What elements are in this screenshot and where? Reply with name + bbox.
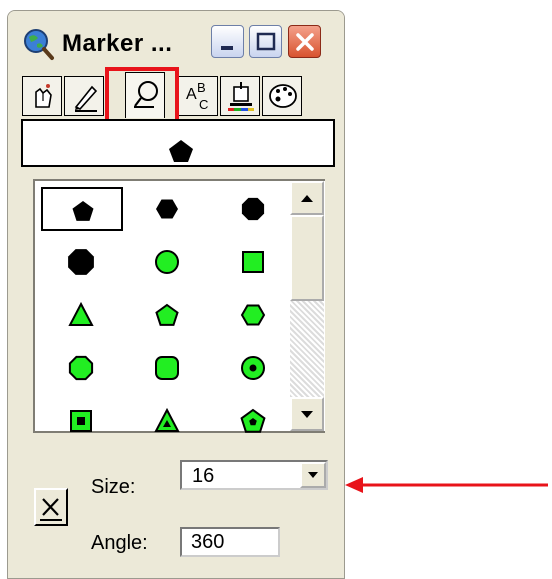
svg-text:B: B <box>197 80 206 95</box>
minimize-icon <box>221 46 233 50</box>
fill-bucket-icon <box>228 82 254 111</box>
globe-magnifier-icon <box>21 27 55 61</box>
tab-line[interactable] <box>64 76 104 116</box>
marker-symbol-circle[interactable] <box>127 240 209 284</box>
title-bar[interactable]: Marker ... <box>8 11 344 69</box>
size-dropdown-button[interactable] <box>300 462 326 488</box>
text-abc-icon: A B C <box>186 80 208 112</box>
symbol-tabs: A B C <box>8 67 344 141</box>
scroll-up-button[interactable] <box>290 181 324 215</box>
marker-symbol-rounded-square[interactable] <box>127 346 209 390</box>
maximize-button[interactable] <box>249 25 282 58</box>
marker-symbol-square[interactable] <box>213 240 295 284</box>
window-title: Marker ... <box>62 30 173 57</box>
arrow-down-icon <box>301 411 313 418</box>
marker-symbol-octagon-large[interactable] <box>41 240 123 284</box>
palette-icon <box>269 84 297 108</box>
angle-label: Angle: <box>91 532 148 554</box>
size-value: 16 <box>192 465 215 487</box>
marker-symbol-pentagon[interactable] <box>127 293 209 337</box>
size-dropdown[interactable]: 16 <box>180 460 328 490</box>
marker-symbol-hexagon[interactable] <box>213 293 295 337</box>
svg-text:A: A <box>186 86 197 103</box>
scroll-thumb[interactable] <box>290 215 324 301</box>
svg-text:C: C <box>199 97 208 112</box>
chevron-down-icon <box>308 472 318 478</box>
marker-symbol-square-dot[interactable] <box>41 399 123 443</box>
maximize-icon <box>256 32 276 51</box>
marker-gallery <box>33 179 325 433</box>
close-button[interactable] <box>288 25 321 58</box>
gallery-scrollbar[interactable] <box>290 181 324 431</box>
size-label: Size: <box>91 476 136 498</box>
minimize-button[interactable] <box>211 25 244 58</box>
arrow-up-icon <box>301 195 313 202</box>
marker-symbol-circle-dot[interactable] <box>213 346 295 390</box>
pencil-icon <box>74 85 98 112</box>
marker-symbol-hexagon[interactable] <box>127 187 209 231</box>
reset-button[interactable] <box>34 488 68 526</box>
marker-symbol-octagon[interactable] <box>41 346 123 390</box>
angle-input[interactable] <box>180 527 280 557</box>
callout-arrow <box>345 477 548 493</box>
marker-symbol-pentagon[interactable] <box>41 187 123 231</box>
marker-window: Marker ... A B C Size: Angle: 16 360 <box>7 10 345 579</box>
tab-text[interactable]: A B C <box>178 76 218 116</box>
x-reset-icon <box>40 498 62 521</box>
preview-marker <box>169 140 193 162</box>
marker-symbol-octagon[interactable] <box>213 187 295 231</box>
pointer-edit-icon <box>35 84 52 108</box>
marker-symbol-triangle-dot[interactable] <box>127 399 209 443</box>
close-icon <box>296 33 314 51</box>
marker-symbol-pentagon-dot[interactable] <box>213 399 295 443</box>
symbol-preview <box>21 119 335 167</box>
scroll-down-button[interactable] <box>290 397 324 431</box>
tab-fill[interactable] <box>220 76 260 116</box>
marker-symbol-triangle[interactable] <box>41 293 123 337</box>
tab-edit[interactable] <box>22 76 62 116</box>
tab-palette[interactable] <box>262 76 302 116</box>
